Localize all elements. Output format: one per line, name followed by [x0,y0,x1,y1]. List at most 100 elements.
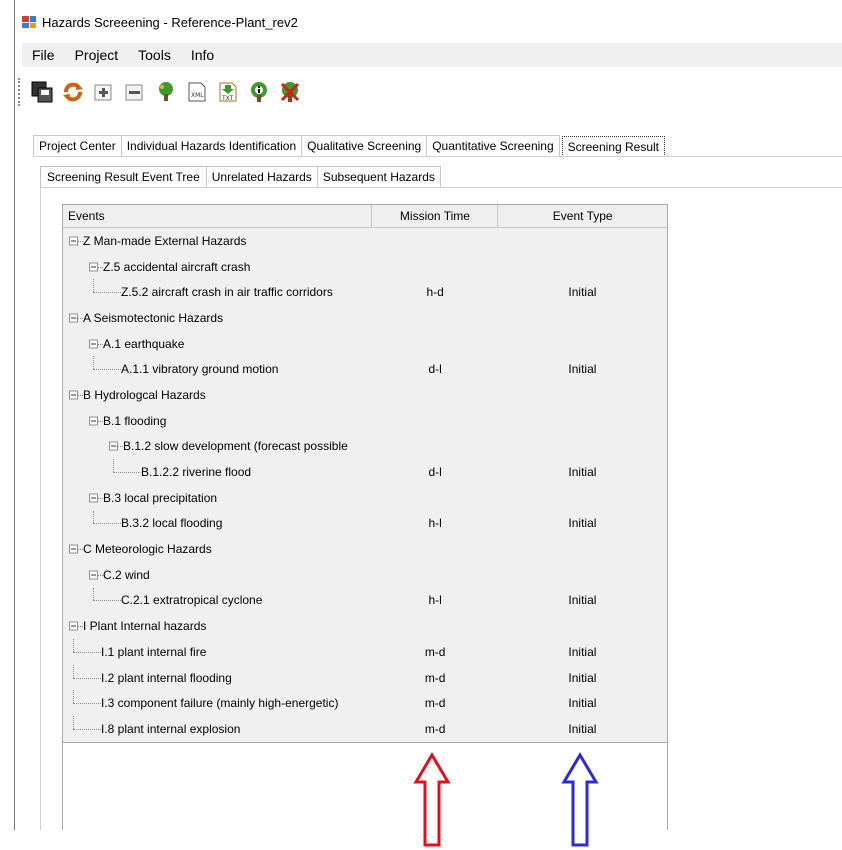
refresh-icon[interactable] [62,81,84,103]
add-icon[interactable] [93,81,115,103]
collapse-icon[interactable] [69,621,78,631]
table-row[interactable]: Z Man-made External Hazards [63,228,667,254]
event-cell: B.1.2 slow development (forecast possibl… [63,434,372,460]
mission-time-cell: m-d [424,721,446,736]
event-type-cell: Initial [568,516,597,531]
collapse-icon[interactable] [89,416,98,426]
blue-arrow-up-icon [561,752,599,847]
event-label: A.1.1 vibratory ground motion [121,362,279,377]
event-label: Z Man-made External Hazards [83,233,247,248]
event-label: Z.5.2 aircraft crash in air traffic corr… [121,285,333,300]
table-row[interactable]: B.3 local precipitation [63,485,667,511]
remove-icon[interactable] [124,81,146,103]
event-label: A.1 earthquake [103,336,185,351]
collapse-icon[interactable] [69,390,78,400]
collapse-icon[interactable] [89,339,98,349]
tree-icon[interactable] [155,81,177,103]
toolbar-grip[interactable] [18,78,23,106]
tree-connector [93,292,121,294]
collapse-icon[interactable] [89,493,98,503]
event-cell: B.3.2 local flooding [63,510,372,537]
xml-icon[interactable]: XML [186,81,208,103]
table-row[interactable]: B.1 flooding [63,408,667,434]
event-cell: Z Man-made External Hazards [63,228,372,254]
tree-connector [73,664,74,678]
event-tree-grid[interactable]: Events Mission Time Event Type Z Man-mad… [62,204,668,743]
window-title: Hazards Screeening - Reference-Plant_rev… [42,14,298,30]
table-row[interactable]: C.2 wind [63,562,667,588]
event-label: C.2 wind [103,567,150,582]
event-label: I.1 plant internal fire [101,644,207,659]
table-row[interactable]: B.1.2.2 riverine flood d-l Initial [63,459,667,485]
table-row[interactable]: Z.5.2 aircraft crash in air traffic corr… [63,279,667,305]
collapse-icon[interactable] [89,570,98,580]
header-mission-time[interactable]: Mission Time [372,205,499,227]
table-row[interactable]: B.3.2 local flooding h-l Initial [63,510,667,537]
subtab-subsequent-hazards[interactable]: Subsequent Hazards [316,166,441,187]
subtab-unrelated-hazards[interactable]: Unrelated Hazards [205,166,318,187]
table-row[interactable]: A.1 earthquake [63,331,667,357]
tree-connector [73,690,74,704]
tree-connector [113,459,114,473]
event-cell: B.3 local precipitation [63,485,372,511]
menu-tools[interactable]: Tools [128,47,181,63]
collapse-icon[interactable] [109,441,118,451]
table-row[interactable]: C Meteorologic Hazards [63,536,667,562]
event-label: I.3 component failure (mainly high-energ… [101,696,339,711]
event-cell: I.2 plant internal flooding [63,664,372,691]
table-row[interactable]: B.1.2 slow development (forecast possibl… [63,434,667,460]
event-label: Z.5 accidental aircraft crash [103,259,251,274]
menu-info[interactable]: Info [181,47,224,63]
event-label: I.8 plant internal explosion [101,721,241,736]
save-icon[interactable] [31,81,53,103]
tree-connector [93,600,121,602]
tab-screening-result[interactable]: Screening Result [561,136,666,157]
tree-connector [93,369,121,371]
event-label: B Hydrologcal Hazards [83,387,206,402]
subtab-event-tree[interactable]: Screening Result Event Tree [40,166,207,188]
txt-export-icon[interactable]: TXT [217,81,239,103]
delete-tree-icon[interactable] [279,81,301,103]
collapse-icon[interactable] [69,544,78,554]
event-type-cell: Initial [568,362,597,377]
info-tree-icon[interactable] [248,81,270,103]
table-row[interactable]: C.2.1 extratropical cyclone h-l Initial [63,587,667,614]
event-cell: B.1.2.2 riverine flood [63,459,372,485]
tab-quantitative-screening[interactable]: Quantitative Screening [426,135,560,156]
event-label: B.1.2.2 riverine flood [141,465,252,480]
collapse-icon[interactable] [89,262,98,272]
txt-icon-label: TXT [221,95,234,102]
table-row[interactable]: I.8 plant internal explosion m-d Initial [63,716,667,742]
collapse-icon[interactable] [69,313,78,323]
tab-project-center[interactable]: Project Center [33,135,122,156]
tab-qualitative-screening[interactable]: Qualitative Screening [301,135,428,156]
header-event-type[interactable]: Event Type [498,205,667,227]
tree-connector [73,639,74,652]
mission-time-cell: h-l [428,593,442,608]
table-row[interactable]: I.1 plant internal fire m-d Initial [63,639,667,665]
collapse-icon[interactable] [69,236,78,246]
menu-project[interactable]: Project [65,47,129,63]
event-cell: A Seismotectonic Hazards [63,305,372,331]
tab-individual-hazards[interactable]: Individual Hazards Identification [120,135,303,156]
header-events[interactable]: Events [63,205,373,227]
table-row[interactable]: B Hydrologcal Hazards [63,382,667,408]
table-row[interactable]: I.3 component failure (mainly high-energ… [63,690,667,716]
table-row[interactable]: A Seismotectonic Hazards [63,305,667,331]
title-bar: Hazards Screeening - Reference-Plant_rev… [22,12,298,32]
table-row[interactable]: I.2 plant internal flooding m-d Initial [63,664,667,691]
table-row[interactable]: Z.5 accidental aircraft crash [63,254,667,280]
event-cell: C Meteorologic Hazards [63,536,372,562]
event-type-cell: Initial [568,593,597,608]
tree-connector [93,587,94,601]
table-row[interactable]: I Plant Internal hazards [63,613,667,639]
event-type-cell: Initial [568,465,597,480]
event-cell: B Hydrologcal Hazards [63,382,372,408]
tree-connector [93,510,94,524]
event-cell: B.1 flooding [63,408,372,434]
menu-file[interactable]: File [22,47,65,63]
tree-connector [73,677,101,679]
tree-connector [93,356,94,370]
event-label: C Meteorologic Hazards [83,542,212,557]
table-row[interactable]: A.1.1 vibratory ground motion d-l Initial [63,356,667,382]
